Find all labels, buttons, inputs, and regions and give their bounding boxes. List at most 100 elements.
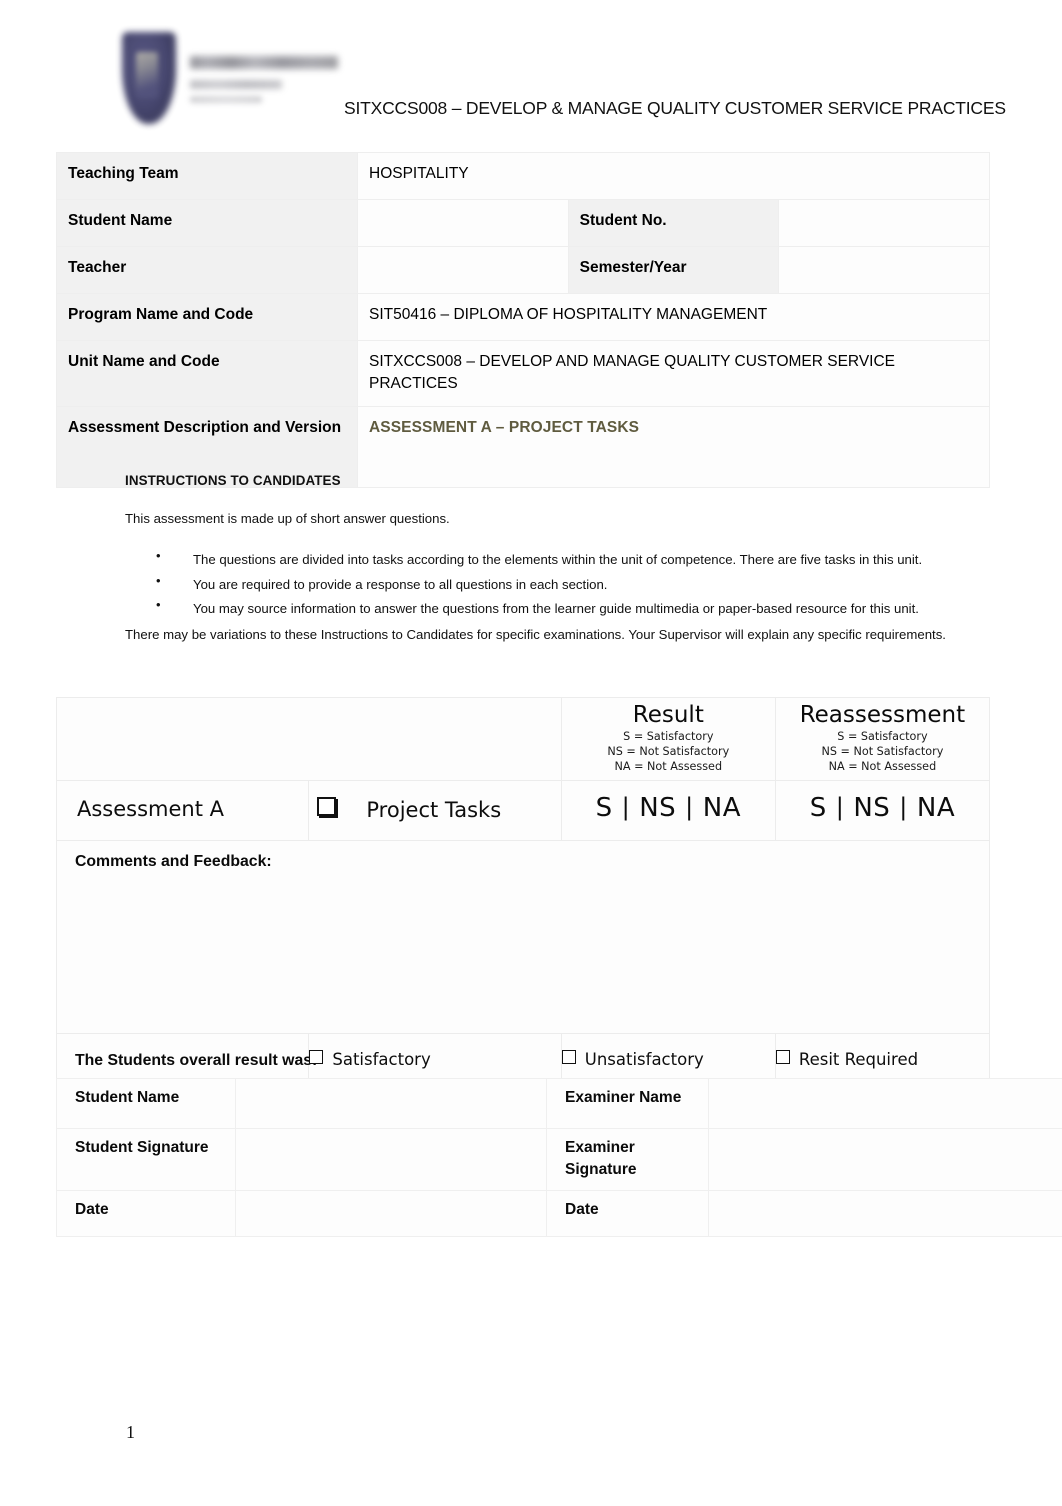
- overall-option-unsatisfactory[interactable]: Unsatisfactory: [561, 1050, 704, 1070]
- result-separator-1: |: [621, 793, 631, 822]
- assessment-cover-page: SITXCCS008 – DEVELOP & MANAGE QUALITY CU…: [0, 0, 1062, 1506]
- instructions-closing: There may be variations to these Instruc…: [125, 626, 946, 642]
- bullet-icon: •: [156, 572, 161, 588]
- examiner-name-field[interactable]: [708, 1078, 1062, 1129]
- reassessment-option-na[interactable]: NA: [917, 793, 955, 823]
- instructions-intro: This assessment is made up of short answ…: [125, 511, 450, 527]
- list-item-text: You are required to provide a response t…: [193, 576, 608, 592]
- reassessment-option-s[interactable]: S: [810, 793, 827, 823]
- instructions-bullet-list: • The questions are divided into tasks a…: [125, 547, 981, 619]
- examiner-date-label: Date: [546, 1189, 709, 1237]
- info-label-teaching-team: Teaching Team: [56, 152, 358, 200]
- assessment-task-cell[interactable]: Project Tasks: [308, 780, 562, 842]
- examiner-signature-label: Examiner Signature: [546, 1128, 709, 1191]
- grading-table: Result S = Satisfactory NS = Not Satisfa…: [55, 696, 991, 1092]
- assessment-name-label: Assessment A: [55, 780, 310, 842]
- list-item-text: You may source information to answer the…: [193, 601, 919, 617]
- student-name-label: Student Name: [56, 1078, 236, 1129]
- student-signature-field[interactable]: [235, 1128, 547, 1191]
- info-label-student-no: Student No.: [567, 199, 780, 247]
- unsatisfactory-label: Unsatisfactory: [584, 1050, 704, 1070]
- info-value-semester-year[interactable]: [778, 246, 990, 294]
- comments-row: Comments and Feedback:: [56, 840, 990, 1035]
- info-value-student-name[interactable]: [357, 199, 569, 247]
- document-title: SITXCCS008 – DEVELOP & MANAGE QUALITY CU…: [344, 98, 1006, 118]
- table-row: Unit Name and Code SITXCCS008 – DEVELOP …: [56, 340, 990, 407]
- assessment-row: Assessment A Project Tasks S | NS | NA S | NS |…: [55, 780, 991, 842]
- instructions-heading: INSTRUCTIONS TO CANDIDATES: [125, 473, 341, 488]
- reassessment-options-cell[interactable]: S | NS | NA: [774, 780, 991, 842]
- legend-line-ns: NS = Not Satisfactory: [607, 744, 730, 758]
- info-value-teacher[interactable]: [357, 246, 569, 294]
- list-item: • You are required to provide a response…: [125, 572, 981, 595]
- info-label-unit: Unit Name and Code: [56, 340, 358, 407]
- signature-table: Student Name Examiner Name Student Signa…: [56, 1078, 1062, 1237]
- legend-line-s: S = Satisfactory: [837, 730, 928, 744]
- reassessment-legend: S = Satisfactory NS = Not Satisfactory N…: [778, 730, 987, 774]
- page-header: SITXCCS008 – DEVELOP & MANAGE QUALITY CU…: [0, 0, 1062, 145]
- result-option-ns[interactable]: NS: [639, 793, 676, 823]
- result-options-cell[interactable]: S | NS | NA: [560, 780, 776, 842]
- reassessment-header-title: Reassessment: [799, 702, 966, 728]
- legend-line-na: NA = Not Assessed: [828, 759, 937, 773]
- table-row: Student Name Student No.: [56, 199, 990, 247]
- info-value-unit[interactable]: SITXCCS008 – DEVELOP AND MANAGE QUALITY …: [357, 340, 990, 407]
- result-legend: S = Satisfactory NS = Not Satisfactory N…: [564, 730, 773, 774]
- legend-line-na: NA = Not Assessed: [614, 759, 723, 773]
- table-row: Teaching Team HOSPITALITY: [56, 152, 990, 200]
- comments-feedback-cell[interactable]: Comments and Feedback:: [56, 840, 990, 1035]
- student-signature-label: Student Signature: [56, 1128, 236, 1191]
- table-row: Date Date: [56, 1189, 1062, 1237]
- reassessment-column-header: Reassessment S = Satisfactory NS = Not S…: [774, 696, 991, 782]
- info-value-program[interactable]: SIT50416 – DIPLOMA OF HOSPITALITY MANAGE…: [357, 293, 990, 341]
- legend-line-ns: NS = Not Satisfactory: [821, 744, 944, 758]
- examiner-signature-field[interactable]: [708, 1128, 1062, 1191]
- grading-header-row: Result S = Satisfactory NS = Not Satisfa…: [56, 696, 991, 782]
- overall-option-resit-required[interactable]: Resit Required: [775, 1050, 918, 1069]
- logo-wordmark-line3: [190, 96, 262, 103]
- info-value-teaching-team[interactable]: HOSPITALITY: [357, 152, 990, 200]
- info-label-student-name: Student Name: [56, 199, 358, 247]
- result-column-header: Result S = Satisfactory NS = Not Satisfa…: [560, 696, 776, 782]
- student-date-field[interactable]: [235, 1189, 547, 1237]
- reassessment-option-ns[interactable]: NS: [853, 793, 890, 823]
- result-header-title: Result: [632, 702, 704, 728]
- comments-feedback-label: Comments and Feedback:: [75, 853, 272, 871]
- info-label-semester-year: Semester/Year: [567, 246, 780, 294]
- table-row: Program Name and Code SIT50416 – DIPLOMA…: [56, 293, 990, 341]
- bullet-icon: •: [156, 547, 161, 563]
- info-value-student-no[interactable]: [778, 199, 990, 247]
- unsatisfactory-checkbox[interactable]: [561, 1050, 576, 1065]
- result-separator-2: |: [685, 793, 694, 822]
- examiner-date-field[interactable]: [708, 1189, 1062, 1237]
- info-label-teacher: Teacher: [56, 246, 358, 294]
- list-item: • You may source information to answer t…: [125, 597, 981, 619]
- satisfactory-label: Satisfactory: [332, 1050, 431, 1070]
- reassessment-separator-2: |: [899, 793, 908, 822]
- student-name-field[interactable]: [235, 1078, 547, 1129]
- table-row: Student Signature Examiner Signature: [56, 1128, 1062, 1191]
- resit-required-checkbox[interactable]: [775, 1050, 790, 1065]
- logo-wordmark-line2: [190, 80, 282, 89]
- bullet-icon: •: [156, 597, 161, 613]
- assessment-info-table: Teaching Team HOSPITALITY Student Name S…: [56, 152, 990, 488]
- assessment-task-label: Project Tasks: [366, 798, 502, 823]
- project-tasks-checkbox[interactable]: [317, 797, 337, 817]
- grading-header-blank: [56, 696, 562, 782]
- satisfactory-checkbox[interactable]: [309, 1050, 324, 1065]
- result-option-na[interactable]: NA: [703, 793, 741, 823]
- examiner-name-label: Examiner Name: [546, 1078, 709, 1129]
- list-item: • The questions are divided into tasks a…: [125, 547, 981, 570]
- institution-logo: [122, 30, 352, 130]
- overall-result-label: The Students overall result was:: [75, 1052, 318, 1070]
- table-row: Teacher Semester/Year: [56, 246, 990, 294]
- list-item-text: The questions are divided into tasks acc…: [193, 551, 923, 567]
- instructions-section: INSTRUCTIONS TO CANDIDATES This assessme…: [125, 471, 981, 644]
- legend-line-s: S = Satisfactory: [623, 730, 714, 744]
- result-option-s[interactable]: S: [596, 793, 613, 823]
- overall-option-satisfactory[interactable]: Satisfactory: [309, 1050, 431, 1070]
- student-date-label: Date: [56, 1189, 236, 1237]
- table-row: Student Name Examiner Name: [56, 1078, 1062, 1129]
- logo-wordmark-line1: [190, 56, 338, 69]
- reassessment-separator-1: |: [835, 793, 845, 822]
